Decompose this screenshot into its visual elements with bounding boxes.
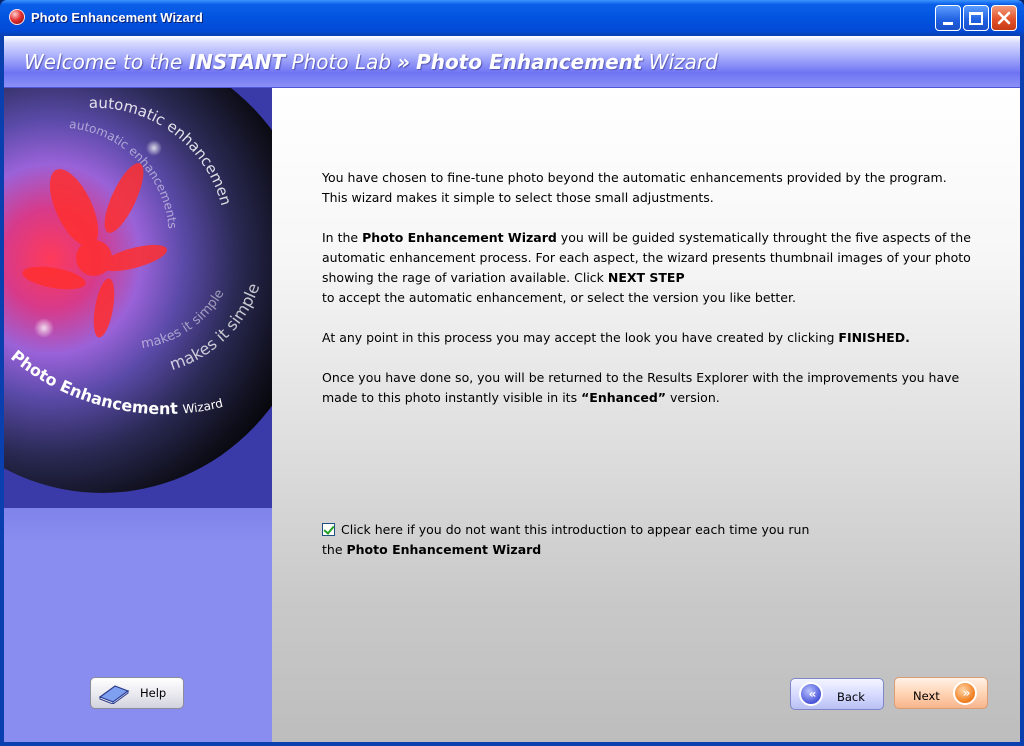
window-title: Photo Enhancement Wizard — [31, 10, 203, 25]
banner-text-welcome: Welcome to the — [24, 50, 189, 74]
header-banner: Welcome to the INSTANT Photo Lab» Photo E… — [4, 36, 1020, 88]
minimize-icon — [943, 21, 953, 25]
banner-text-photo-enhancement: Photo Enhancement — [416, 50, 643, 74]
intro-paragraph-4: Once you have done so, you will be retur… — [322, 368, 972, 408]
window-frame: Welcome to the INSTANT Photo Lab» Photo E… — [0, 36, 1024, 746]
p3-finished: FINISHED. — [838, 330, 910, 345]
wizard-body: Welcome to the INSTANT Photo Lab» Photo E… — [4, 36, 1020, 742]
banner-text-photolab: Photo Lab — [285, 50, 392, 74]
intro-paragraph-1: You have chosen to fine-tune photo beyon… — [322, 170, 947, 205]
back-button[interactable]: « Back — [790, 678, 884, 710]
minimize-button[interactable] — [935, 5, 961, 31]
next-button[interactable]: Next » — [894, 677, 988, 709]
help-button[interactable]: Help — [90, 677, 184, 709]
p3-text-a: At any point in this process you may acc… — [322, 330, 839, 345]
back-button-label: Back — [837, 690, 865, 704]
p2-next-step: NEXT STEP — [607, 270, 685, 285]
next-arrow-icon: » — [953, 681, 977, 705]
banner-heading: Welcome to the INSTANT Photo Lab» Photo E… — [24, 50, 718, 74]
app-icon[interactable] — [9, 9, 25, 25]
p4-enhanced: “Enhanced” — [581, 390, 666, 405]
help-book-icon — [98, 685, 130, 704]
maximize-button[interactable] — [963, 5, 989, 31]
intro-paragraph-3: At any point in this process you may acc… — [322, 328, 972, 348]
checkbox-label-the[interactable]: the — [322, 542, 347, 557]
close-icon — [997, 11, 1011, 25]
maximize-icon — [969, 11, 983, 25]
checkbox-label-line1[interactable]: Click here if you do not want this intro… — [341, 522, 809, 537]
lens-artwork: automatic enhancements automatic enhance… — [4, 88, 272, 508]
left-side-panel: automatic enhancements automatic enhance… — [4, 88, 272, 742]
close-button[interactable] — [991, 5, 1017, 31]
p2-text-a: In the — [322, 230, 363, 245]
p2-text-e: to accept the automatic enhancement, or … — [322, 290, 796, 305]
next-button-label: Next — [913, 689, 940, 703]
help-button-label: Help — [140, 686, 167, 700]
p2-wizard-name: Photo Enhancement Wizard — [362, 230, 557, 245]
banner-text-wizard: Wizard — [642, 50, 718, 74]
intro-paragraph-2: In the Photo Enhancement Wizard you will… — [322, 228, 972, 308]
content-panel: You have chosen to fine-tune photo beyon… — [272, 88, 1020, 742]
double-chevron-icon: » — [397, 50, 410, 74]
banner-text-instant: INSTANT — [188, 50, 286, 74]
p4-text-c: version. — [666, 390, 720, 405]
title-bar[interactable]: Photo Enhancement Wizard — [0, 0, 1024, 36]
skip-intro-checkbox[interactable] — [322, 523, 335, 536]
checkbox-label-wizard-name[interactable]: Photo Enhancement Wizard — [347, 542, 542, 557]
skip-intro-option[interactable]: Click here if you do not want this intro… — [322, 520, 922, 560]
back-arrow-icon: « — [799, 682, 823, 706]
